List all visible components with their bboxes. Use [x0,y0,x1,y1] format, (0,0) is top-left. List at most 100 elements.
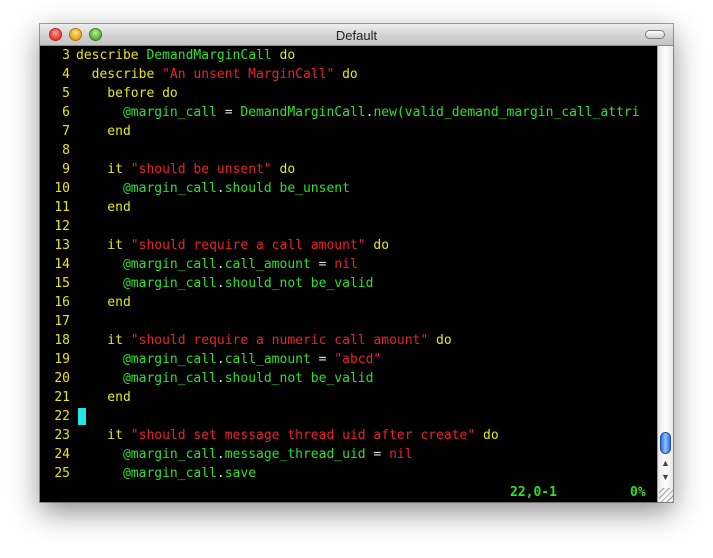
code-token: end [76,390,131,405]
line-code: it "should require a numeric call amount… [76,331,451,350]
code-token: . [216,466,225,481]
cursor-position: 22,0-1 [510,485,557,500]
line-code: @margin_call.call_amount = "abcd" [76,350,381,369]
line-number: 20 [54,371,70,386]
terminal-window: Default 25 @margin_call.save 24 @margin_c… [40,24,673,502]
toolbar-toggle-button[interactable] [645,30,665,39]
code-token: . [216,276,225,291]
line-code: @margin_call = DemandMarginCall.new(vali… [76,103,640,122]
code-token: DemandMarginCall [240,105,366,120]
line-number: 14 [54,257,70,272]
line-number: 7 [62,124,70,139]
scroll-down-arrow-icon[interactable]: ▼ [661,472,670,482]
scrollbar-thumb[interactable] [660,432,671,454]
text-cursor [78,408,86,425]
code-token: DemandMarginCall [146,48,272,63]
code-token: message_thread_uid [224,447,366,462]
line-code: @margin_call.message_thread_uid = nil [76,445,413,464]
code-line[interactable]: 9 it "should be unsent" do [40,160,295,179]
code-token: do [271,48,296,63]
line-number: 17 [54,314,70,329]
line-number: 8 [62,143,70,158]
vertical-scrollbar[interactable]: ▲ ▼ [657,46,673,502]
code-line[interactable]: 18 it "should require a numeric call amo… [40,331,451,350]
line-code: @margin_call.call_amount = nil [76,255,358,274]
code-token: @margin_call [76,371,217,386]
code-line[interactable]: 20 @margin_call.should_not be_valid [40,369,373,388]
code-token: = [365,447,390,462]
code-token: "abcd" [334,352,382,367]
code-line[interactable]: 15 @margin_call.should_not be_valid [40,274,373,293]
code-token: call_amount [224,257,311,272]
code-line[interactable]: 13 it "should require a call amount" do [40,236,389,255]
resize-grip-icon[interactable] [659,488,673,502]
code-line[interactable]: 16 end [40,293,130,312]
code-token: it [76,162,131,177]
line-code: @margin_call.should be_unsent [76,179,350,198]
line-number: 15 [54,276,70,291]
vim-editor[interactable]: 25 @margin_call.save 24 @margin_call.mess… [40,46,657,502]
code-token: end [76,124,131,139]
line-code: @margin_call.save [76,464,256,483]
line-code: it "should require a call amount" do [76,236,389,255]
code-token: do [334,67,358,82]
code-token: it [76,428,131,443]
line-number: 18 [54,333,70,348]
code-token: = [310,352,335,367]
code-line[interactable]: 6 @margin_call = DemandMarginCall.new(va… [40,103,639,122]
code-token: "should set message thread uid after cre… [130,428,476,443]
line-code: end [76,198,131,217]
line-number: 16 [54,295,70,310]
code-token: it [76,238,131,253]
code-line[interactable]: 4 describe "An unsent MarginCall" do [40,65,358,84]
code-line[interactable]: 12 [40,217,70,236]
code-token: end [76,200,131,215]
code-line[interactable]: 23 it "should set message thread uid aft… [40,426,498,445]
line-number: 10 [54,181,70,196]
code-line[interactable]: 10 @margin_call.should be_unsent [40,179,350,198]
code-line[interactable]: 24 @margin_call.message_thread_uid = nil [40,445,412,464]
code-token: "should require a call amount" [130,238,366,253]
code-line[interactable]: 19 @margin_call.call_amount = "abcd" [40,350,381,369]
code-token: @margin_call [76,276,217,291]
code-line[interactable]: 25 @margin_call.save [40,464,256,483]
code-token: @margin_call [76,105,217,120]
code-line[interactable]: 14 @margin_call.call_amount = nil [40,255,357,274]
code-line[interactable]: 7 end [40,122,131,141]
code-token: should_not be_valid [224,371,374,386]
code-token: describe [76,48,147,63]
code-token: . [216,447,225,462]
code-token: describe [76,67,163,82]
code-line[interactable]: 3 describe DemandMarginCall do [40,46,295,65]
line-code: describe DemandMarginCall do [76,46,295,65]
status-line: 22,0-1 0% [40,483,657,502]
line-number: 24 [54,447,70,462]
code-token: call_amount [224,352,311,367]
code-token: @margin_call [76,466,217,481]
code-token: nil [389,447,413,462]
code-token: "An unsent MarginCall" [162,67,335,82]
code-token: nil [334,257,358,272]
code-line[interactable]: 5 before do [40,84,178,103]
code-token: do [271,162,296,177]
code-line[interactable]: 21 end [40,388,130,407]
code-line[interactable]: 17 [40,312,70,331]
line-number: 12 [54,219,70,234]
code-token: @margin_call [76,181,217,196]
code-line[interactable]: 11 end [40,198,130,217]
code-token: @margin_call [76,257,217,272]
line-code: end [76,122,131,141]
line-number: 11 [54,200,70,215]
code-token: "should be unsent" [130,162,272,177]
scroll-up-arrow-icon[interactable]: ▲ [661,458,670,468]
code-token: . [216,257,225,272]
code-token: new(valid_demand_margin_call_attri [373,105,640,120]
code-token: "should require a numeric call amount" [130,333,429,348]
code-token: . [216,352,225,367]
code-token: = [310,257,335,272]
title-bar[interactable]: Default [40,24,673,46]
code-line[interactable]: 8 [40,141,70,160]
code-token: do [365,238,390,253]
code-line[interactable]: 22 [40,407,86,426]
code-token: should be_unsent [224,181,350,196]
